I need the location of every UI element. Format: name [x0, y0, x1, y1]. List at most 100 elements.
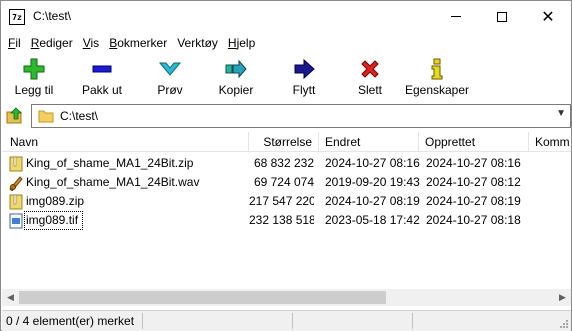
list-header: Navn Størrelse Endret Opprettet Komm: [2, 132, 571, 152]
file-created: 2024-10-27 08:18: [426, 213, 521, 227]
file-created: 2024-10-27 08:16: [426, 156, 521, 170]
file-size: 68 832 232: [253, 156, 314, 170]
add-label: Legg til: [14, 83, 54, 97]
move-label: Flytt: [292, 83, 316, 97]
minus-icon: [90, 57, 114, 81]
file-name: img089.tif: [24, 211, 83, 230]
status-divider: [412, 313, 413, 329]
status-divider: [292, 313, 293, 329]
parent-folder-button[interactable]: [5, 106, 25, 126]
menu-view-accel: V: [82, 35, 91, 50]
path-input[interactable]: C:\test\ ▼: [31, 104, 571, 128]
resize-grip-icon[interactable]: [559, 319, 569, 329]
arrow-right-icon: [292, 57, 316, 81]
test-button[interactable]: Prøv: [147, 57, 193, 99]
file-size: 69 724 074: [253, 175, 314, 189]
minimize-icon: [451, 16, 461, 17]
selection-status: 0 / 4 element(er) merket: [6, 314, 135, 328]
column-header-created[interactable]: Opprettet: [419, 132, 529, 152]
properties-button[interactable]: Egenskaper: [405, 57, 469, 99]
column-header-comment[interactable]: Komm: [529, 132, 571, 152]
delete-button[interactable]: Slett: [347, 57, 393, 99]
file-modified: 2024-10-27 08:19: [325, 194, 420, 208]
path-text: C:\test\: [60, 109, 99, 123]
menu-tools-label: Verktøy: [177, 35, 218, 50]
column-name-label: Navn: [10, 135, 39, 149]
plus-icon: [22, 57, 46, 81]
close-icon: ✕: [541, 7, 555, 26]
chevron-down-icon[interactable]: ▼: [556, 108, 566, 119]
zip-file-icon: [9, 194, 23, 210]
copy-button[interactable]: Kopier: [213, 57, 259, 99]
move-button[interactable]: Flytt: [281, 57, 327, 99]
table-row[interactable]: img089.tif 232 138 518 2023-05-18 17:42 …: [2, 211, 571, 230]
menu-help-accel: H: [227, 35, 237, 50]
status-divider: [142, 313, 143, 329]
column-comment-label: Komm: [535, 135, 570, 149]
horizontal-scrollbar[interactable]: ◀ ▶: [2, 289, 571, 306]
menu-tools[interactable]: Verktøy: [172, 36, 223, 50]
column-created-label: Opprettet: [425, 135, 476, 149]
app-window: 7z C:\test\ ✕ Fil Rediger Vis Bokmerker …: [0, 0, 572, 331]
close-button[interactable]: ✕: [525, 1, 571, 32]
menu-file-label: il: [15, 35, 21, 50]
menu-edit[interactable]: Rediger: [26, 36, 78, 50]
zip-file-icon: [9, 156, 23, 172]
file-size: 217 547 220: [249, 194, 314, 208]
file-size: 232 138 518: [249, 213, 314, 227]
table-row[interactable]: King_of_shame_MA1_24Bit.zip 68 832 232 2…: [2, 154, 571, 173]
file-list: Navn Størrelse Endret Opprettet Komm Kin…: [2, 132, 571, 287]
extract-label: Pakk ut: [81, 83, 123, 97]
column-header-name[interactable]: Navn: [2, 132, 249, 152]
menu-help-label: jelp: [236, 35, 256, 50]
properties-label: Egenskaper: [404, 83, 470, 97]
folder-up-icon: [6, 107, 22, 124]
scrollbar-thumb[interactable]: [19, 291, 386, 304]
app-logo-icon: 7z: [9, 9, 25, 25]
window-title: C:\test\: [33, 9, 72, 23]
scroll-left-icon[interactable]: ◀: [2, 289, 19, 306]
menu-bookmarks-accel: B: [109, 35, 118, 50]
file-modified: 2019-09-20 19:43: [325, 175, 420, 189]
menu-view-label: is: [90, 35, 100, 50]
column-header-modified[interactable]: Endret: [319, 132, 419, 152]
menu-bookmarks[interactable]: Bokmerker: [104, 36, 172, 50]
scroll-right-icon[interactable]: ▶: [554, 289, 571, 306]
menu-help[interactable]: Hjelp: [223, 36, 260, 50]
delete-x-icon: [358, 57, 382, 81]
file-modified: 2023-05-18 17:42: [325, 213, 420, 227]
column-header-size[interactable]: Størrelse: [249, 132, 319, 152]
minimize-button[interactable]: [433, 1, 479, 32]
extract-button[interactable]: Pakk ut: [77, 57, 127, 99]
menu-bookmarks-label: okmerker: [117, 35, 168, 50]
file-name: img089.zip: [26, 194, 85, 208]
delete-label: Slett: [357, 83, 382, 97]
toolbar: Legg til Pakk ut Prøv Kopier Flytt Slett…: [1, 53, 571, 101]
maximize-button[interactable]: [479, 1, 525, 32]
audio-file-icon: [9, 176, 23, 191]
file-name: King_of_shame_MA1_24Bit.wav: [26, 175, 200, 189]
copy-label: Kopier: [218, 83, 254, 97]
title-bar[interactable]: 7z C:\test\ ✕: [1, 1, 571, 32]
copy-arrow-icon: [224, 57, 248, 81]
table-row[interactable]: King_of_shame_MA1_24Bit.wav 69 724 074 2…: [2, 173, 571, 192]
image-file-icon: [9, 213, 23, 229]
column-size-label: Størrelse: [263, 135, 312, 149]
menu-file[interactable]: Fil: [3, 36, 26, 50]
maximize-icon: [497, 11, 507, 22]
file-modified: 2024-10-27 08:16: [325, 156, 420, 170]
add-button[interactable]: Legg til: [9, 57, 59, 99]
folder-icon: [38, 110, 54, 123]
address-bar: C:\test\ ▼: [1, 104, 571, 128]
column-modified-label: Endret: [325, 135, 361, 149]
table-row[interactable]: img089.zip 217 547 220 2024-10-27 08:19 …: [2, 192, 571, 211]
file-created: 2024-10-27 08:12: [426, 175, 521, 189]
test-label: Prøv: [157, 83, 183, 97]
app-logo-text: 7z: [12, 13, 22, 22]
menu-view[interactable]: Vis: [78, 36, 104, 50]
menu-edit-label: ediger: [39, 35, 73, 50]
status-bar: 0 / 4 element(er) merket: [2, 310, 571, 331]
info-icon: [425, 57, 449, 81]
file-created: 2024-10-27 08:19: [426, 194, 521, 208]
menu-bar: Fil Rediger Vis Bokmerker Verktøy Hjelp: [1, 33, 571, 52]
